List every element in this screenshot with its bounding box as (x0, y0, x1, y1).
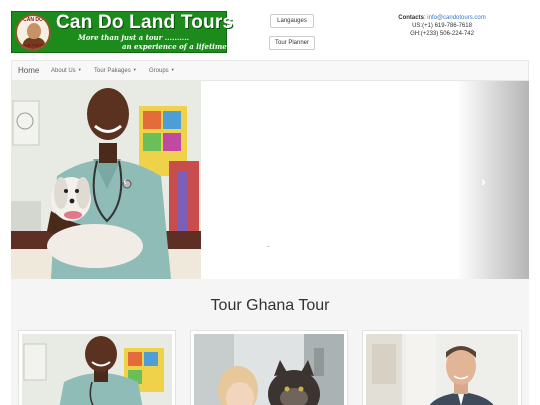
contacts-gh-phone: GH:(+233) 506-224-742 (410, 31, 474, 37)
carousel-prev-icon[interactable]: ‹ (123, 174, 127, 188)
carousel-slide-image (11, 81, 201, 279)
chevron-right-icon[interactable]: › (481, 173, 486, 189)
nav-tour-packages-label: Tour Pakages (94, 68, 131, 74)
nav-about-us-dropdown[interactable]: About Us ▼ (51, 67, 82, 74)
languages-button[interactable]: Langauges (270, 14, 314, 28)
carousel-next-control[interactable] (457, 81, 529, 279)
hero-carousel: ‹ › (11, 81, 529, 279)
carousel-indicators (260, 259, 278, 272)
card-image-vet-dog (22, 334, 172, 405)
nav-home-link[interactable]: Home (18, 66, 39, 75)
logo-title: Can Do Land Tours (56, 12, 234, 33)
logo-tagline-1: More than just a tour .......... (78, 33, 190, 42)
caret-down-icon: ▼ (170, 67, 175, 72)
caret-down-icon: ▼ (132, 67, 137, 72)
nav-about-us-label: About Us (51, 68, 76, 74)
tour-card[interactable] (18, 330, 176, 405)
tour-card[interactable] (362, 330, 522, 405)
logo-badge-bottom-text: LAND TOURS (18, 43, 48, 48)
logo-tagline-2: an experience of a lifetime (122, 42, 227, 51)
nav-groups-label: Groups (149, 68, 169, 74)
carousel-indicator-2[interactable] (266, 267, 271, 272)
section-title: Tour Ghana Tour (210, 297, 330, 314)
contacts-block: Contacts: info@candotours.com US:(+1) 61… (380, 14, 504, 38)
contacts-email-link[interactable]: info@candotours.com (427, 15, 485, 21)
tour-section: Tour Ghana Tour (11, 279, 529, 405)
main-navbar: Home About Us ▼ Tour Pakages ▼ Groups ▼ (11, 60, 529, 81)
nav-groups-dropdown[interactable]: Groups ▼ (149, 67, 175, 74)
carousel-indicator-1[interactable] (260, 267, 265, 272)
divider (267, 246, 270, 247)
nav-tour-packages-dropdown[interactable]: Tour Pakages ▼ (94, 67, 137, 74)
carousel-indicator-3[interactable] (272, 267, 277, 272)
card-image-vet-cat (194, 334, 344, 405)
card-image-doctor (366, 334, 518, 405)
tour-planner-button[interactable]: Tour Planner (269, 36, 315, 50)
vet-with-dog-image (11, 81, 201, 279)
contacts-us-phone: US:(+1) 619-786-7618 (412, 23, 472, 29)
contacts-label: Contacts (398, 15, 424, 21)
site-logo[interactable]: CAN DO LAND TOURS Can Do Land Tours More… (11, 11, 233, 53)
tour-card[interactable] (190, 330, 348, 405)
caret-down-icon: ▼ (77, 67, 82, 72)
logo-badge-icon: CAN DO LAND TOURS (15, 14, 51, 51)
